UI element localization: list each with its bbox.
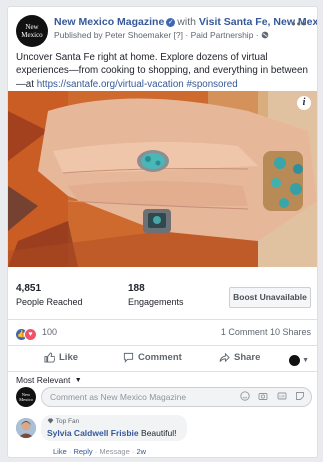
post-photo[interactable]: i <box>8 91 317 267</box>
thumbs-up-icon <box>44 352 56 363</box>
comment-share-counts: 1 Comment 10 Shares <box>221 327 311 337</box>
boost-button[interactable]: Boost Unavailable <box>229 287 311 308</box>
post-title-line: New Mexico Magazine ✓ with Visit Santa Fe,… <box>54 16 317 29</box>
comment-bubble-icon <box>123 352 134 363</box>
share-arrow-icon <box>219 352 230 363</box>
comment-like-link[interactable]: Like <box>53 447 67 456</box>
meta-sep-3: · <box>131 447 135 456</box>
comment-button[interactable]: Comment <box>123 350 182 366</box>
svg-text:GIF: GIF <box>279 395 285 399</box>
sort-chevron-icon: ▼ <box>74 377 82 385</box>
hashtag-link[interactable]: #sponsored <box>186 79 237 90</box>
page-name-link[interactable]: New Mexico Magazine <box>54 16 164 28</box>
comment-reply-link[interactable]: Reply <box>73 447 92 456</box>
with-text: with <box>177 16 196 28</box>
page-mini-avatar <box>289 355 301 367</box>
top-fan-badge: Top Fan <box>47 418 79 425</box>
post-subline: Published by Peter Shoemaker [?] · Paid … <box>54 30 269 40</box>
action-bar: Like Comment Share ▼ <box>8 345 317 372</box>
chevron-down-icon: ▼ <box>302 357 309 365</box>
reach-label: People Reached <box>16 297 83 307</box>
comment-placeholder: Comment as New Mexico Magazine <box>50 392 187 402</box>
reaction-icons[interactable]: 👍 ♥ <box>16 326 37 342</box>
composer-icons: GIF <box>236 391 305 403</box>
insights-row: 4,851 People Reached 188 Engagements Boo… <box>8 273 317 320</box>
published-by[interactable]: Published by Peter Shoemaker <box>54 30 171 40</box>
ad-info-icon[interactable]: i <box>297 96 311 110</box>
tag-marker[interactable]: [?] <box>174 30 183 40</box>
comment-time[interactable]: 2w <box>136 447 146 456</box>
comment-input[interactable]: Comment as New Mexico Magazine GIF <box>41 387 312 407</box>
share-count[interactable]: 10 Shares <box>270 327 311 337</box>
comment-author[interactable]: Sylvia Caldwell Frisbie <box>47 428 139 438</box>
like-label: Like <box>59 352 79 363</box>
top-fan-label: Top Fan <box>55 418 80 425</box>
like-button[interactable]: Like <box>44 350 78 366</box>
diamond-badge-icon <box>47 418 54 424</box>
reach-value: 4,851 <box>16 283 42 294</box>
comment-composer: New Mexico Comment as New Mexico Magazin… <box>16 385 312 409</box>
logo-text-2: Mexico <box>21 31 43 39</box>
photo-hands-rings <box>8 91 317 267</box>
sticker-icon[interactable] <box>295 391 305 401</box>
comment-message-link[interactable]: Message <box>99 447 129 456</box>
paid-partnership: · Paid Partnership · <box>185 30 259 40</box>
caption-link[interactable]: https://santafe.org/virtual-vacation <box>37 79 184 90</box>
comment-text: Sylvia Caldwell Frisbie Beautiful! <box>47 428 176 438</box>
comment-count[interactable]: 1 Comment <box>221 327 268 337</box>
reactions-row: 👍 ♥ 100 1 Comment 10 Shares <box>8 319 317 346</box>
commenter-photo <box>16 418 36 438</box>
engage-value: 188 <box>128 283 145 294</box>
engage-label: Engagements <box>128 297 184 307</box>
sort-label: Most Relevant <box>16 375 71 385</box>
more-options-icon[interactable]: ••• <box>291 17 307 31</box>
love-reaction-icon: ♥ <box>24 328 37 342</box>
reaction-count[interactable]: 100 <box>42 327 57 337</box>
comment-meta: Like · Reply · Message · 2w <box>53 447 146 456</box>
camera-icon[interactable] <box>258 391 268 401</box>
comment-body: Beautiful! <box>141 428 177 438</box>
post-card: New Mexico New Mexico Magazine ✓ with Visi… <box>7 6 318 458</box>
engagements[interactable]: 188 Engagements <box>128 283 184 307</box>
emoji-icon[interactable] <box>239 391 250 401</box>
logo-text-1: New <box>25 23 39 31</box>
meta-sep-1: · <box>68 447 72 456</box>
verified-badge-icon: ✓ <box>166 18 176 27</box>
composer-avatar: New Mexico <box>16 387 36 407</box>
composer-logo-2: Mexico <box>19 397 33 402</box>
post-caption: Uncover Santa Fe right at home. Explore … <box>16 51 312 91</box>
meta-sep-2: · <box>94 447 98 456</box>
share-label: Share <box>234 352 261 363</box>
page-avatar[interactable]: New Mexico <box>16 15 48 47</box>
share-button[interactable]: Share <box>219 350 260 366</box>
globe-icon[interactable] <box>261 31 269 39</box>
post-header: New Mexico New Mexico Magazine ✓ with Visi… <box>8 7 317 47</box>
comment-label: Comment <box>138 352 182 363</box>
comment-sort-dropdown[interactable]: Most Relevant ▼ <box>16 375 82 385</box>
gif-icon[interactable]: GIF <box>277 391 287 401</box>
commenter-avatar[interactable] <box>16 418 36 438</box>
post-as-selector[interactable]: ▼ <box>289 352 309 367</box>
people-reached[interactable]: 4,851 People Reached <box>16 283 83 307</box>
comment-bubble: Top Fan Sylvia Caldwell Frisbie Beautifu… <box>41 415 187 441</box>
